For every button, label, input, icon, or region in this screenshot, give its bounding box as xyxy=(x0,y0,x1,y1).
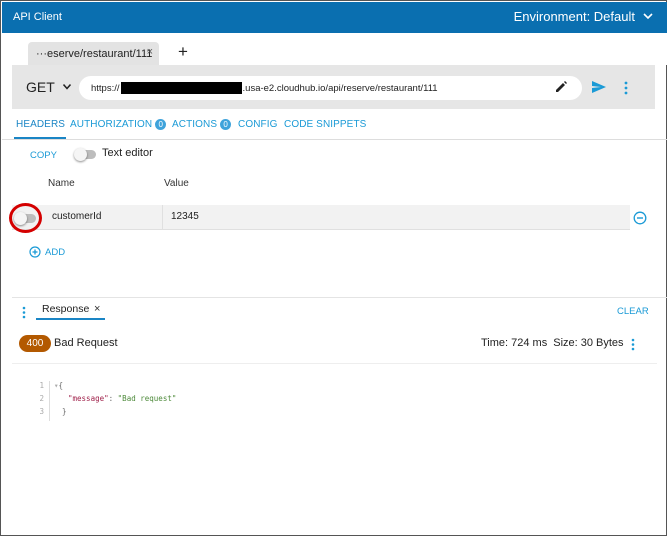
title-bar: API Client Environment: Default xyxy=(2,2,667,33)
response-tab-label: Response xyxy=(42,303,90,315)
json-value: "Bad request" xyxy=(117,394,177,403)
status-code-badge: 400 xyxy=(19,335,51,352)
request-bar: GET https:// .usa-e2.cloudhub.io/api/res… xyxy=(12,65,655,109)
tab-code-snippets-label: CODE SNIPPETS xyxy=(284,119,367,130)
header-row: customerId 12345 xyxy=(12,205,630,230)
tab-code-snippets[interactable]: CODE SNIPPETS xyxy=(284,119,366,130)
header-name-field[interactable]: customerId xyxy=(46,205,163,229)
response-time: Time: 724 ms xyxy=(481,337,548,349)
tab-actions[interactable]: ACTIONS 0 xyxy=(172,119,232,130)
column-header-name: Name xyxy=(48,178,75,189)
environment-selector[interactable]: Environment: Default xyxy=(514,9,653,24)
tab-config[interactable]: CONFIG xyxy=(238,119,278,130)
tab-headers[interactable]: HEADERS xyxy=(16,119,65,130)
tab-actions-label: ACTIONS xyxy=(172,119,218,130)
json-key: "message" xyxy=(68,394,109,403)
response-size: Size: 30 Bytes xyxy=(553,337,624,349)
add-label: ADD xyxy=(45,246,66,258)
highlight-circle xyxy=(9,203,42,233)
remove-header-icon[interactable] xyxy=(633,211,647,225)
redacted-host xyxy=(120,82,242,94)
response-divider xyxy=(12,363,657,364)
panel-divider xyxy=(12,297,667,298)
line-number: 3 xyxy=(39,407,44,416)
tab-authorization-label: AUTHORIZATION xyxy=(70,119,153,130)
code-line: "message": "Bad request" xyxy=(68,394,176,403)
chevron-down-icon xyxy=(643,13,653,20)
json-separator: : xyxy=(108,394,118,403)
url-prefix: https:// xyxy=(91,82,120,94)
add-circle-icon xyxy=(29,246,41,258)
tab-headers-label: HEADERS xyxy=(16,119,66,130)
app-title: API Client xyxy=(13,11,62,23)
column-header-value: Value xyxy=(164,178,189,189)
response-meta: Time: 724 ms Size: 30 Bytes xyxy=(481,337,624,349)
tab-config-label: CONFIG xyxy=(238,119,278,130)
method-label: GET xyxy=(26,79,55,95)
send-icon[interactable] xyxy=(591,80,607,94)
count-badge: 0 xyxy=(155,119,167,130)
method-selector[interactable]: GET xyxy=(26,79,71,95)
code-gutter xyxy=(49,381,50,421)
edit-pencil-icon[interactable] xyxy=(554,80,568,94)
response-tab[interactable]: Response × xyxy=(36,301,105,320)
code-brace: { xyxy=(58,381,64,390)
chevron-down-icon xyxy=(62,84,71,90)
copy-button[interactable]: COPY xyxy=(30,150,57,161)
toggle-knob xyxy=(74,148,87,161)
response-menu-icon[interactable] xyxy=(22,306,26,319)
environment-label: Environment: Default xyxy=(513,9,635,24)
code-line: ▾{ xyxy=(54,381,63,390)
clear-button[interactable]: CLEAR xyxy=(617,306,649,317)
code-line: } xyxy=(62,407,67,416)
count-badge: 0 xyxy=(220,119,232,130)
status-text: Bad Request xyxy=(54,337,118,349)
response-options-icon[interactable] xyxy=(631,338,635,351)
add-header-button[interactable]: ADD xyxy=(29,246,65,258)
close-response-icon[interactable]: × xyxy=(94,301,100,318)
app-window: API Client Environment: Default ···eserv… xyxy=(0,0,667,536)
add-tab-button[interactable]: + xyxy=(178,42,188,62)
text-editor-toggle[interactable] xyxy=(74,148,96,161)
request-tab-strip: ···eserve/restaurant/111 × + xyxy=(2,33,667,66)
active-tab-indicator xyxy=(14,137,66,139)
request-tab[interactable]: ···eserve/restaurant/111 × xyxy=(28,42,159,66)
close-tab-icon[interactable]: × xyxy=(147,46,153,58)
url-suffix: .usa-e2.cloudhub.io/api/reserve/restaura… xyxy=(242,82,438,94)
line-number: 2 xyxy=(39,394,44,403)
request-section-tabs: HEADERS AUTHORIZATION 0 ACTIONS 0 CONFIG… xyxy=(2,109,667,140)
line-number: 1 xyxy=(39,381,44,390)
request-tab-label: ···eserve/restaurant/111 xyxy=(36,48,153,60)
more-options-icon[interactable] xyxy=(624,81,628,95)
tab-authorization[interactable]: AUTHORIZATION 0 xyxy=(70,119,167,130)
text-editor-label: Text editor xyxy=(102,147,153,159)
header-value-field[interactable]: 12345 xyxy=(165,205,630,229)
url-input[interactable]: https:// .usa-e2.cloudhub.io/api/reserve… xyxy=(79,76,582,100)
